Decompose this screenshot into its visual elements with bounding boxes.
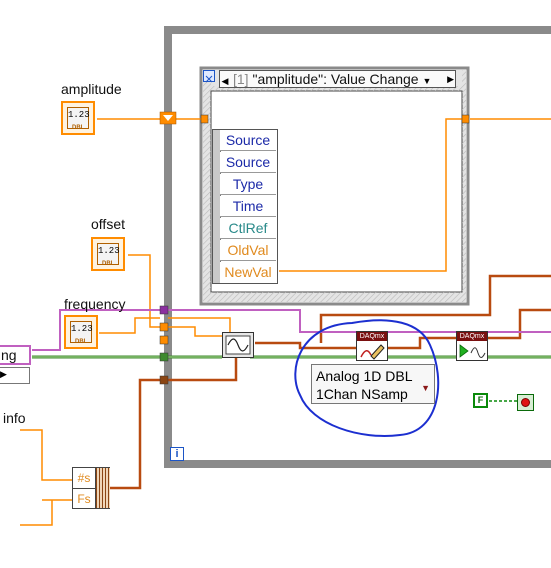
loop-condition-stop-icon[interactable] (517, 394, 534, 411)
event-case-selector[interactable]: ◀ [1] "amplitude": Value Change ▼ ▶ (219, 70, 456, 88)
event-data-ctlref[interactable]: CtlRef (220, 218, 276, 239)
case-name: "amplitude": Value Change (252, 71, 419, 87)
numeric-type: DBL (72, 125, 85, 131)
waveform-generator-subvi[interactable] (222, 332, 254, 358)
enum-arrow-icon: ▶ (0, 369, 7, 379)
daqmx-write-node[interactable]: DAQmx (356, 331, 388, 361)
string-control-fragment[interactable]: ng (0, 345, 31, 365)
amplitude-label: amplitude (61, 81, 122, 97)
info-label: info (3, 410, 26, 426)
event-timeout-terminal (203, 70, 215, 83)
play-icon (459, 344, 486, 358)
case-dropdown-icon[interactable]: ▼ (422, 76, 431, 86)
event-data-time[interactable]: Time (220, 196, 276, 217)
dropdown-arrow-icon[interactable]: ▼ (421, 379, 430, 397)
iteration-terminal: i (170, 447, 184, 461)
unbundle-by-name-node[interactable]: #s Fs (72, 467, 110, 509)
daqmx-start-tag: DAQmx (457, 332, 487, 341)
pencil-icon (360, 344, 385, 360)
case-prev-icon[interactable]: ◀ (220, 73, 230, 87)
unbundle-item-samples: #s (73, 468, 95, 489)
frequency-label: frequency (64, 296, 126, 312)
event-data-source-1[interactable]: Source (220, 130, 276, 151)
daqmx-polymorphic-selector[interactable]: Analog 1D DBL 1Chan NSamp ▼ (311, 364, 435, 404)
case-index: [1] (233, 71, 249, 87)
polymorphic-line1: Analog 1D DBL (316, 368, 413, 384)
sine-wave-icon (225, 335, 251, 355)
case-next-icon[interactable]: ▶ (447, 71, 454, 87)
offset-label: offset (91, 216, 125, 232)
event-data-type[interactable]: Type (220, 174, 276, 195)
daqmx-start-task-node[interactable]: DAQmx (456, 331, 488, 361)
event-data-oldval[interactable]: OldVal (220, 240, 276, 261)
enum-fragment[interactable]: ▶ (0, 367, 30, 384)
daqmx-write-tag: DAQmx (357, 332, 387, 341)
numeric-type: DBL (102, 261, 115, 267)
amplitude-control[interactable]: 1.23 DBL (61, 101, 95, 135)
offset-control[interactable]: 1.23 DBL (91, 237, 125, 271)
polymorphic-line2: 1Chan NSamp (316, 386, 408, 402)
frequency-control[interactable]: 1.23 DBL (64, 315, 98, 349)
numeric-type: DBL (75, 339, 88, 345)
event-data-source-2[interactable]: Source (220, 152, 276, 173)
false-constant[interactable]: F (473, 393, 488, 408)
event-data-newval[interactable]: NewVal (220, 262, 276, 283)
unbundle-item-fs: Fs (77, 492, 91, 506)
